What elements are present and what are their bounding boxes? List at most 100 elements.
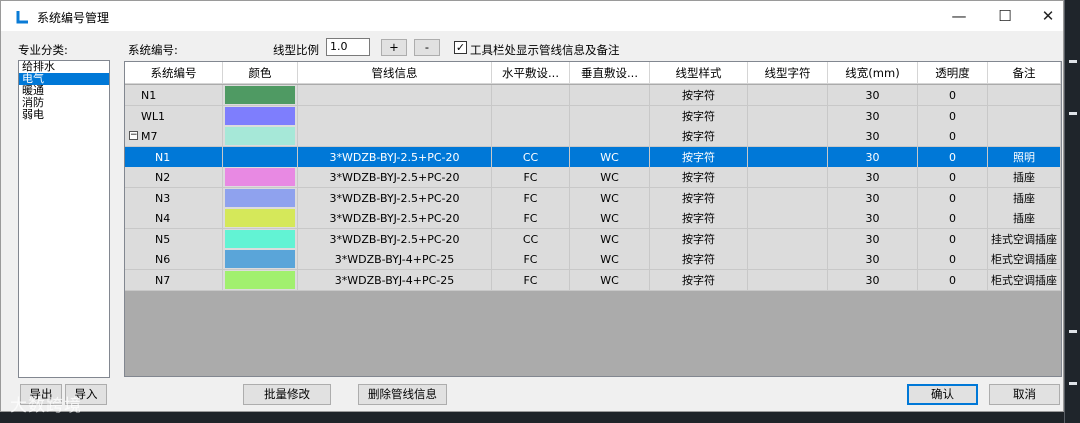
col-line-width-cell: 30 [828, 146, 918, 168]
show-info-label: 工具栏处显示管线信息及备注 [470, 43, 620, 57]
col-horizontal-laying-cell [492, 105, 570, 127]
category-item[interactable]: 弱电 [19, 109, 109, 121]
collapse-toggle-icon[interactable]: − [129, 131, 138, 140]
col-line-chars-cell [748, 167, 828, 188]
col-line-width-header[interactable]: 线宽(mm) [828, 62, 918, 84]
col-vertical-laying-cell [570, 105, 650, 127]
background-cad-strip [1064, 0, 1080, 423]
app-logo-icon [16, 11, 28, 24]
color-swatch[interactable] [225, 106, 295, 125]
color-swatch[interactable] [225, 209, 295, 227]
col-line-style-header[interactable]: 线型样式 [650, 62, 748, 84]
col-pipeline-info-cell: 3*WDZB-BYJ-2.5+PC-20 [298, 208, 492, 229]
title-bar: 系统编号管理 — ☐ ✕ [1, 1, 1063, 31]
color-swatch[interactable] [225, 270, 295, 289]
table-row[interactable]: N1 3*WDZB-BYJ-2.5+PC-20 CC WC 按字符 30 0 照明 [125, 146, 1061, 168]
col-pipeline-info-cell: 3*WDZB-BYJ-4+PC-25 [298, 269, 492, 291]
table-row[interactable]: N7 3*WDZB-BYJ-4+PC-25 FC WC 按字符 30 0 柜式空调插座 [125, 269, 1061, 291]
col-system-code-cell: N4 [125, 208, 223, 229]
close-button[interactable]: ✕ [1025, 5, 1071, 27]
col-system-code-cell: N1 [125, 146, 223, 168]
col-transparency-cell: 0 [918, 269, 988, 291]
col-horizontal-laying-cell: FC [492, 208, 570, 229]
col-system-code-header[interactable]: 系统编号 [125, 62, 223, 84]
color-swatch[interactable] [225, 127, 295, 145]
col-line-style-cell: 按字符 [650, 269, 748, 291]
col-note-header[interactable]: 备注 [988, 62, 1061, 84]
table-row[interactable]: N5 3*WDZB-BYJ-2.5+PC-20 CC WC 按字符 30 0 挂式空调插座 [125, 228, 1061, 250]
col-transparency-header[interactable]: 透明度 [918, 62, 988, 84]
col-pipeline-info-header[interactable]: 管线信息 [298, 62, 492, 84]
table-row[interactable]: N2 3*WDZB-BYJ-2.5+PC-20 FC WC 按字符 30 0 插座 [125, 167, 1061, 188]
col-line-chars-cell [748, 126, 828, 147]
col-transparency-cell: 0 [918, 187, 988, 209]
window-title: 系统编号管理 [37, 11, 110, 25]
col-vertical-laying-cell: WC [570, 269, 650, 291]
col-line-style-cell: 按字符 [650, 85, 748, 106]
col-system-code-cell: N3 [125, 187, 223, 209]
maximize-button[interactable]: ☐ [982, 5, 1028, 27]
col-horizontal-laying-cell: FC [492, 269, 570, 291]
col-system-code-cell: WL1 [125, 105, 223, 127]
col-note-cell [988, 85, 1061, 106]
col-vertical-laying-cell: WC [570, 228, 650, 250]
color-swatch[interactable] [225, 86, 295, 104]
col-line-chars-cell [748, 85, 828, 106]
category-label: 专业分类: [18, 43, 68, 57]
col-note-cell: 柜式空调插座 [988, 269, 1061, 291]
color-swatch[interactable] [225, 168, 295, 186]
col-horizontal-laying-cell [492, 126, 570, 147]
col-line-chars-header[interactable]: 线型字符 [748, 62, 828, 84]
table-row[interactable]: WL1 按字符 30 0 [125, 105, 1061, 127]
ratio-plus-button[interactable]: + [381, 39, 407, 56]
col-vertical-laying-header[interactable]: 垂直敷设... [570, 62, 650, 84]
minimize-button[interactable]: — [936, 5, 982, 27]
col-horizontal-laying-cell: CC [492, 146, 570, 168]
cancel-button[interactable]: 取消 [989, 384, 1060, 405]
col-line-style-cell: 按字符 [650, 187, 748, 209]
line-ratio-input[interactable]: 1.0 [326, 38, 370, 56]
table-row[interactable]: N4 3*WDZB-BYJ-2.5+PC-20 FC WC 按字符 30 0 插座 [125, 208, 1061, 229]
col-vertical-laying-cell [570, 126, 650, 147]
system-code-text: N7 [155, 273, 171, 287]
col-system-code-cell: N1 [125, 85, 223, 106]
system-code-text: N1 [155, 150, 171, 164]
col-line-style-cell: 按字符 [650, 208, 748, 229]
confirm-button[interactable]: 确认 [907, 384, 978, 405]
col-transparency-cell: 0 [918, 167, 988, 188]
col-pipeline-info-cell: 3*WDZB-BYJ-2.5+PC-20 [298, 167, 492, 188]
col-color-header[interactable]: 颜色 [223, 62, 298, 84]
col-line-style-cell: 按字符 [650, 249, 748, 270]
col-line-width-cell: 30 [828, 126, 918, 147]
delete-pipeline-info-button[interactable]: 删除管线信息 [358, 384, 447, 405]
color-swatch[interactable] [225, 188, 295, 207]
col-horizontal-laying-header[interactable]: 水平敷设... [492, 62, 570, 84]
table-row[interactable]: N3 3*WDZB-BYJ-2.5+PC-20 FC WC 按字符 30 0 插座 [125, 187, 1061, 209]
col-transparency-cell: 0 [918, 105, 988, 127]
table-row[interactable]: M7− 按字符 30 0 [125, 126, 1061, 147]
col-system-code-cell: N2 [125, 167, 223, 188]
col-line-style-cell: 按字符 [650, 167, 748, 188]
col-line-chars-cell [748, 228, 828, 250]
col-color-cell [223, 249, 298, 270]
table-header: 系统编号 颜色 管线信息 水平敷设... 垂直敷设... 线型样式 线型字符 线宽(mm) 透明… [125, 62, 1061, 84]
batch-edit-button[interactable]: 批量修改 [243, 384, 331, 405]
col-note-cell [988, 105, 1061, 127]
table-row[interactable]: N6 3*WDZB-BYJ-4+PC-25 FC WC 按字符 30 0 柜式空调插座 [125, 249, 1061, 270]
col-line-width-cell: 30 [828, 167, 918, 188]
col-color-cell [223, 269, 298, 291]
ratio-minus-button[interactable]: - [414, 39, 440, 56]
col-pipeline-info-cell: 3*WDZB-BYJ-2.5+PC-20 [298, 146, 492, 168]
system-code-text: M7 [141, 130, 158, 143]
system-code-text: N1 [141, 89, 157, 102]
show-info-checkbox[interactable]: ✓ [454, 41, 467, 54]
col-line-style-cell: 按字符 [650, 146, 748, 168]
category-list[interactable]: 给排水 电气 暖通 消防 弱电 [18, 60, 110, 378]
col-line-chars-cell [748, 187, 828, 209]
color-swatch[interactable] [225, 250, 295, 268]
col-color-cell [223, 208, 298, 229]
table-row[interactable]: N1 按字符 30 0 [125, 85, 1061, 106]
col-note-cell: 柜式空调插座 [988, 249, 1061, 270]
col-line-chars-cell [748, 269, 828, 291]
color-swatch[interactable] [225, 229, 295, 248]
